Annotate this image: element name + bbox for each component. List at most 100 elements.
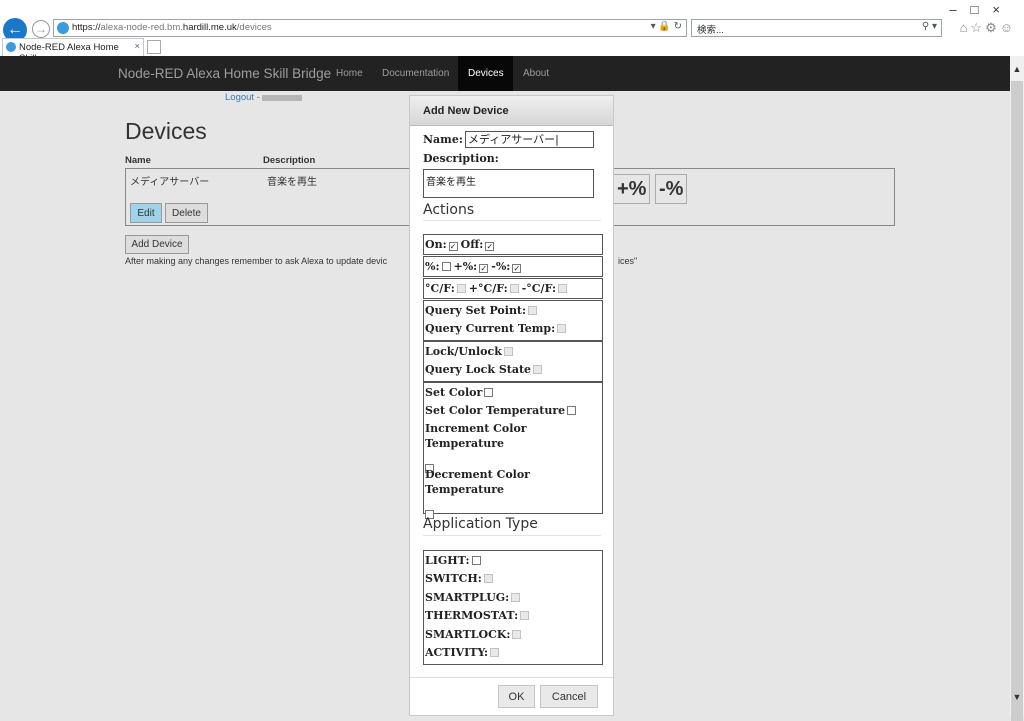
thermostat-row: THERMOSTAT: bbox=[425, 609, 532, 622]
query-lock-state-label: Query Lock State bbox=[425, 363, 532, 376]
activity-label: ACTIVITY: bbox=[425, 646, 489, 659]
dec-color-temp-label-1: Decrement Color bbox=[425, 468, 530, 481]
lock-refresh-icon[interactable]: ▾ 🔒 ↻ bbox=[651, 21, 682, 32]
lock-unlock-checkbox[interactable] bbox=[503, 347, 513, 356]
smartplug-row: SMARTPLUG: bbox=[425, 591, 523, 604]
light-checkbox[interactable] bbox=[471, 556, 481, 565]
switch-row: SWITCH: bbox=[425, 572, 496, 585]
dec-temp-checkbox[interactable] bbox=[558, 284, 568, 293]
inc-percent-label: +%: bbox=[453, 260, 478, 273]
address-bar[interactable]: https://alexa-node-red.bm.hardill.me.uk/… bbox=[53, 19, 687, 37]
light-label: LIGHT: bbox=[425, 554, 470, 567]
temperature-row: °C/F: +°C/F: -°C/F: bbox=[425, 282, 570, 295]
set-color-temp-checkbox[interactable] bbox=[567, 406, 577, 415]
app-navbar: Node-RED Alexa Home Skill Bridge Home Do… bbox=[0, 56, 1010, 91]
query-lock-state-checkbox[interactable] bbox=[533, 365, 543, 374]
browser-tab[interactable]: Node-RED Alexa Home Skill... × bbox=[2, 38, 144, 64]
switch-checkbox[interactable] bbox=[483, 574, 493, 583]
browser-search-box[interactable]: 検索... ⚲ ▾ bbox=[691, 19, 942, 37]
dec-percent-checkbox[interactable]: ✓ bbox=[512, 264, 522, 273]
thermostat-label: THERMOSTAT: bbox=[425, 609, 519, 622]
window-controls[interactable]: –□× bbox=[949, 2, 1014, 17]
percent-row: %: +%: ✓ -%: ✓ bbox=[425, 260, 524, 273]
increase-percent-button[interactable]: +% bbox=[613, 174, 651, 204]
logout-link[interactable]: Logout - bbox=[225, 92, 260, 103]
query-temp-group: Query Set Point: Query Current Temp: bbox=[423, 300, 603, 341]
new-tab-icon[interactable] bbox=[147, 40, 161, 54]
query-current-temp-label: Query Current Temp: bbox=[425, 322, 556, 335]
activity-row: ACTIVITY: bbox=[425, 646, 502, 659]
onoff-row: On: ✓ Off: ✓ bbox=[425, 238, 497, 251]
dec-color-temp-label-2: Temperature bbox=[425, 483, 505, 496]
scrollbar[interactable]: ▲ ▼ bbox=[1010, 56, 1024, 721]
thermostat-checkbox[interactable] bbox=[520, 611, 530, 620]
off-checkbox[interactable]: ✓ bbox=[485, 242, 495, 251]
forward-arrow-icon[interactable]: → bbox=[32, 20, 50, 38]
light-row: LIGHT: bbox=[425, 554, 484, 567]
smartplug-checkbox[interactable] bbox=[511, 593, 521, 602]
query-lock-state-row: Query Lock State bbox=[425, 363, 545, 376]
nav-home[interactable]: Home bbox=[336, 68, 363, 79]
description-label: Description: bbox=[423, 152, 499, 165]
tab-close-icon[interactable]: × bbox=[134, 41, 140, 52]
site-favicon-icon bbox=[57, 22, 69, 34]
inc-color-temp-label-2: Temperature bbox=[425, 437, 505, 450]
percent-label: %: bbox=[425, 260, 440, 273]
on-label: On: bbox=[425, 238, 447, 251]
smartlock-checkbox[interactable] bbox=[512, 630, 522, 639]
query-current-temp-checkbox[interactable] bbox=[557, 324, 567, 333]
switch-label: SWITCH: bbox=[425, 572, 482, 585]
scrollbar-thumb[interactable] bbox=[1011, 81, 1023, 721]
lock-group: Lock/Unlock Query Lock State bbox=[423, 341, 603, 382]
set-color-temp-row: Set Color Temperature bbox=[425, 404, 579, 417]
dialog-title: Add New Device bbox=[423, 105, 509, 117]
scroll-up-arrow-icon[interactable]: ▲ bbox=[1010, 64, 1024, 74]
inc-temp-checkbox[interactable] bbox=[509, 284, 519, 293]
description-input[interactable]: 音楽を再生 bbox=[423, 169, 594, 198]
on-checkbox[interactable]: ✓ bbox=[448, 242, 458, 251]
dialog-footer-divider bbox=[410, 677, 613, 678]
off-label: Off: bbox=[460, 238, 484, 251]
delete-button[interactable]: Delete bbox=[165, 203, 208, 223]
home-star-gear-smiley-icon[interactable]: ⌂☆⚙☺ bbox=[960, 20, 1016, 36]
app-type-group: LIGHT: SWITCH: SMARTPLUG: THERMOSTAT: SM… bbox=[423, 550, 603, 665]
edit-button[interactable]: Edit bbox=[130, 203, 162, 223]
search-icon[interactable]: ⚲ ▾ bbox=[922, 21, 937, 32]
navbar-brand[interactable]: Node-RED Alexa Home Skill Bridge bbox=[118, 66, 331, 81]
temp-label: °C/F: bbox=[425, 282, 455, 295]
query-set-point-row: Query Set Point: bbox=[425, 304, 540, 317]
actions-divider bbox=[423, 220, 601, 221]
col-header-name: Name bbox=[125, 155, 151, 166]
inc-percent-checkbox[interactable]: ✓ bbox=[479, 264, 489, 273]
ok-button[interactable]: OK bbox=[498, 685, 535, 708]
actions-heading: Actions bbox=[423, 202, 475, 218]
username-redacted bbox=[262, 95, 302, 101]
smartlock-row: SMARTLOCK: bbox=[425, 628, 524, 641]
activity-checkbox[interactable] bbox=[490, 648, 500, 657]
set-color-row: Set Color bbox=[425, 386, 496, 399]
percent-checkbox[interactable] bbox=[441, 262, 451, 271]
name-input[interactable]: メディアサーバー| bbox=[465, 131, 594, 148]
browser-chrome: ← → https://alexa-node-red.bm.hardill.me… bbox=[0, 0, 1024, 64]
smartplug-label: SMARTPLUG: bbox=[425, 591, 510, 604]
query-set-point-checkbox[interactable] bbox=[528, 306, 538, 315]
onoff-group: On: ✓ Off: ✓ bbox=[423, 234, 603, 255]
dec-percent-label: -%: bbox=[491, 260, 511, 273]
set-color-checkbox[interactable] bbox=[484, 388, 494, 397]
device-description: 音楽を再生 bbox=[267, 177, 317, 188]
nav-documentation[interactable]: Documentation bbox=[382, 68, 449, 79]
update-note: After making any changes remember to ask… bbox=[125, 256, 388, 266]
inc-temp-label: +°C/F: bbox=[468, 282, 508, 295]
tab-favicon-icon bbox=[6, 42, 16, 52]
add-device-button[interactable]: Add Device bbox=[125, 235, 189, 254]
lock-unlock-label: Lock/Unlock bbox=[425, 345, 502, 358]
scroll-down-arrow-icon[interactable]: ▼ bbox=[1010, 692, 1024, 702]
decrease-percent-button[interactable]: -% bbox=[655, 174, 688, 204]
percent-group: %: +%: ✓ -%: ✓ bbox=[423, 256, 603, 277]
nav-devices[interactable]: Devices bbox=[468, 68, 504, 79]
temperature-group: °C/F: +°C/F: -°C/F: bbox=[423, 278, 603, 299]
temp-checkbox[interactable] bbox=[456, 284, 466, 293]
dec-temp-label: -°C/F: bbox=[521, 282, 557, 295]
nav-about[interactable]: About bbox=[523, 68, 549, 79]
cancel-button[interactable]: Cancel bbox=[540, 685, 598, 708]
